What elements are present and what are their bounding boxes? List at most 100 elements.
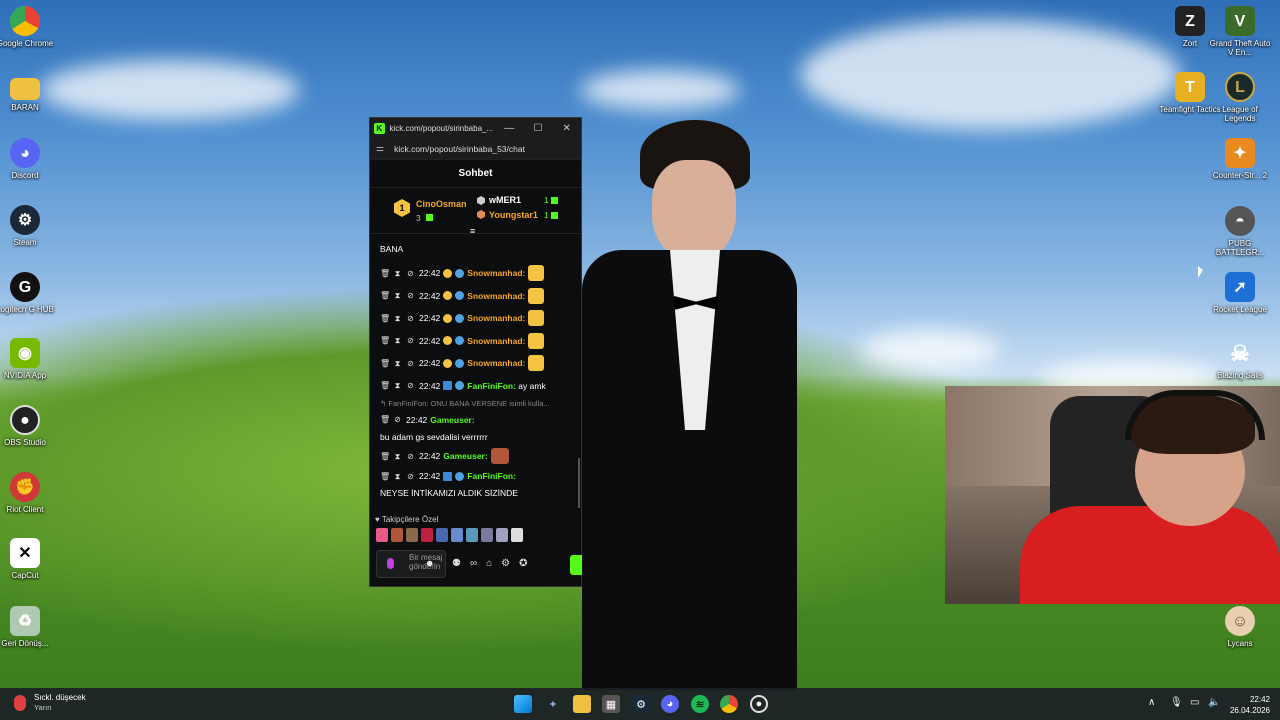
message-username[interactable]: Snowmanhad: — [467, 311, 525, 325]
mic-icon[interactable] — [387, 558, 394, 569]
start-icon[interactable] — [514, 695, 532, 713]
close-icon[interactable]: ✕ — [552, 123, 581, 134]
desktop-icon-pubg[interactable]: ◓ PUBG BATTLEGR... — [1208, 206, 1272, 257]
delete-icon[interactable]: 🗑 — [380, 359, 390, 368]
emote-icon[interactable] — [406, 528, 418, 542]
address-bar[interactable]: ⚌ kick.com/popout/sirinbaba_53/chat — [370, 138, 581, 160]
delete-icon[interactable]: 🗑 — [380, 291, 390, 300]
message-username[interactable]: Snowmanhad: — [467, 266, 525, 280]
site-settings-icon[interactable]: ⚌ — [376, 143, 384, 154]
desktop-icon-baran[interactable]: BARAN — [0, 74, 57, 112]
message-username[interactable]: Snowmanhad: — [467, 334, 525, 348]
desktop-icon-rocket-league[interactable]: ➚ Rocket League — [1208, 272, 1272, 314]
leader-first-name[interactable]: CinoOsman — [416, 199, 467, 209]
desktop-icon-chrome[interactable]: Google Chrome — [0, 6, 57, 48]
timeout-icon[interactable]: ⧗ — [393, 381, 402, 390]
desktop-icon-gta[interactable]: V Grand Theft Auto V En... — [1208, 6, 1272, 57]
desktop-icon-discord[interactable]: ◕ Discord — [0, 138, 57, 180]
store-icon[interactable]: ⌂ — [486, 558, 492, 569]
desktop-icon-recycle-bin[interactable]: ♻ Geri Dönüş... — [0, 606, 57, 648]
discord-taskbar-icon[interactable]: ◕ — [661, 695, 679, 713]
tray-chevron-icon[interactable]: ∧ — [1148, 697, 1155, 708]
network-icon[interactable]: ▭ — [1190, 697, 1199, 708]
message-username[interactable]: FanFiniFon: — [467, 379, 516, 393]
desktop-icon-obs[interactable]: ● OBS Studio — [0, 405, 57, 447]
timeout-icon[interactable]: ⧗ — [393, 291, 402, 300]
gear-icon[interactable]: ⚙ — [501, 558, 510, 569]
desktop-icon-riot[interactable]: ✊ Riot Client — [0, 472, 57, 514]
timeout-icon[interactable]: ⧗ — [393, 359, 402, 368]
ban-icon[interactable]: ⊘ — [406, 314, 415, 323]
window-titlebar[interactable]: K kick.com/popout/sirinbaba_... — ☐ ✕ — [370, 118, 581, 138]
emote-icon[interactable] — [391, 528, 403, 542]
delete-icon[interactable]: 🗑 — [380, 415, 390, 424]
timeout-icon[interactable]: ⧗ — [393, 472, 402, 481]
emoji-icon[interactable]: ☻ — [425, 559, 434, 568]
users-icon[interactable]: ⚉ — [452, 558, 461, 569]
desktop-icon-logitech[interactable]: G Logitech G HUB — [0, 272, 57, 314]
desktop-icon-nvidia[interactable]: ◉ NVIDIA App — [0, 338, 57, 380]
desktop-icon-blazing-sails[interactable]: ☠ Blazing Sails — [1208, 338, 1272, 380]
message-username[interactable]: Gameuser: — [430, 413, 474, 427]
ban-icon[interactable]: ⊘ — [406, 336, 415, 345]
timeout-icon[interactable]: ⧗ — [393, 269, 402, 278]
expand-leaderboard-icon[interactable]: ≡ — [470, 226, 475, 236]
message-username[interactable]: Gameuser: — [443, 449, 487, 463]
badge-settings-icon[interactable]: ✪ — [519, 558, 527, 569]
network-app-icon[interactable]: ✦ — [544, 695, 562, 713]
ban-icon[interactable]: ⊘ — [406, 359, 415, 368]
chat-message: 🗑 ⧗ ⊘ 22:42 Snowmanhad: — [370, 330, 581, 353]
delete-icon[interactable]: 🗑 — [380, 269, 390, 278]
emote-icon[interactable] — [496, 528, 508, 542]
timeout-icon[interactable]: ⧗ — [393, 452, 402, 461]
clock[interactable]: 22:42 26.04.2026 — [1228, 694, 1270, 716]
ban-icon[interactable]: ⊘ — [406, 452, 415, 461]
ban-icon[interactable]: ⊘ — [406, 472, 415, 481]
delete-icon[interactable]: 🗑 — [380, 472, 390, 481]
delete-icon[interactable]: 🗑 — [380, 336, 390, 345]
leader-second-name[interactable]: wMER1 — [489, 195, 521, 205]
ban-icon[interactable]: ⊘ — [406, 381, 415, 390]
spotify-icon[interactable]: ≋ — [691, 695, 709, 713]
timeout-icon[interactable]: ⧗ — [393, 314, 402, 323]
desktop-icon-steam[interactable]: ⚙ Steam — [0, 205, 57, 247]
chat-message: 🗑 ⊘ 22:42 Gameuser: bu adam gs sevdalisi … — [370, 411, 581, 445]
minimize-icon[interactable]: — — [495, 123, 524, 134]
delete-icon[interactable]: 🗑 — [380, 314, 390, 323]
emote-icon[interactable] — [436, 528, 448, 542]
emote-icon[interactable] — [376, 528, 388, 542]
desktop-icon-lycans[interactable]: ☺ Lycans — [1208, 606, 1272, 648]
message-username[interactable]: Snowmanhad: — [467, 289, 525, 303]
delete-icon[interactable]: 🗑 — [380, 452, 390, 461]
desktop-icon-lol[interactable]: L League of Legends — [1208, 72, 1272, 123]
infinity-icon[interactable]: ∞ — [470, 558, 477, 569]
delete-icon[interactable]: 🗑 — [380, 381, 390, 390]
store-icon[interactable]: ▦ — [602, 695, 620, 713]
desktop-icon-cs2[interactable]: ✦ Counter-Str... 2 — [1208, 138, 1272, 180]
volume-icon[interactable]: 🔈 — [1208, 697, 1220, 708]
ban-icon[interactable]: ⊘ — [406, 269, 415, 278]
file-explorer-icon[interactable] — [573, 695, 591, 713]
emote-icon[interactable] — [421, 528, 433, 542]
obs-taskbar-icon[interactable]: ● — [750, 695, 768, 713]
maximize-icon[interactable]: ☐ — [524, 123, 553, 134]
emote-icon[interactable] — [466, 528, 478, 542]
ban-icon[interactable]: ⊘ — [393, 415, 402, 424]
reply-preview[interactable]: ↰ FanFiniFon: ONU BANA VERSENE isimli ku… — [370, 397, 581, 411]
steam-taskbar-icon[interactable]: ⚙ — [632, 695, 650, 713]
ban-icon[interactable]: ⊘ — [406, 291, 415, 300]
chat-scrollbar[interactable] — [578, 458, 580, 508]
chrome-taskbar-icon[interactable] — [720, 695, 738, 713]
chat-input[interactable]: Bir mesaj gönderin ☻ — [376, 550, 446, 578]
message-username[interactable]: Snowmanhad: — [467, 356, 525, 370]
weather-widget[interactable]: Sıckl. düşecek Yarın — [14, 693, 86, 712]
message-username[interactable]: FanFiniFon: — [467, 469, 516, 483]
timeout-icon[interactable]: ⧗ — [393, 336, 402, 345]
mic-tray-icon[interactable]: 🎙 — [1170, 697, 1183, 708]
desktop-icon-capcut[interactable]: ✕ CapCut — [0, 538, 57, 580]
send-button[interactable] — [570, 555, 582, 575]
emote-icon[interactable] — [451, 528, 463, 542]
leader-third-name[interactable]: Youngstar1 — [489, 210, 538, 220]
emote-icon[interactable] — [511, 528, 523, 542]
emote-icon[interactable] — [481, 528, 493, 542]
